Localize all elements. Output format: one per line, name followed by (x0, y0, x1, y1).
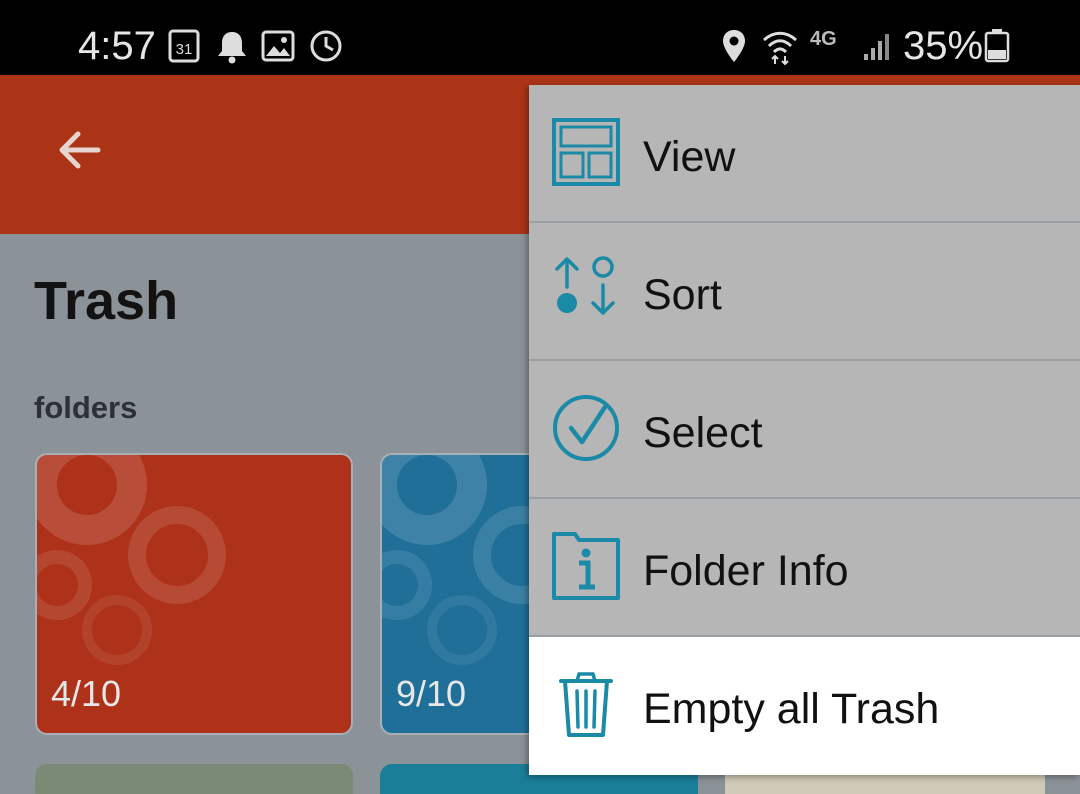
wifi-icon (762, 31, 798, 66)
menu-item-empty-all-trash[interactable]: Empty all Trash (529, 637, 1080, 775)
battery-icon (984, 29, 1010, 63)
network-type: 4G (810, 28, 837, 50)
menu-item-label: Folder Info (643, 547, 849, 595)
calendar-day: 31 (176, 41, 193, 58)
folder-count: 4/10 (51, 673, 122, 714)
folder-tile[interactable]: 4/10 (35, 453, 353, 735)
menu-item-select[interactable]: Select (529, 361, 1080, 499)
arrow-left-icon[interactable] (48, 118, 112, 182)
bell-icon (218, 32, 246, 64)
info-icon (552, 532, 620, 600)
section-label-folders: folders (34, 390, 138, 425)
calendar-icon: 31 (168, 29, 200, 63)
check-circle-icon (553, 395, 619, 461)
layout-icon (552, 118, 620, 186)
signal-icon (864, 34, 889, 60)
image-icon (261, 30, 295, 62)
menu-item-sort[interactable]: Sort (529, 223, 1080, 361)
menu-item-label: Select (643, 409, 763, 457)
status-time: 4:57 (78, 24, 156, 68)
location-icon (723, 30, 745, 62)
overflow-menu: View Sort Select Folder Info Empty all T… (529, 85, 1080, 775)
status-bar: 4:57 31 4G 35% (0, 0, 1080, 75)
trash-icon (559, 672, 613, 737)
page-title: Trash (34, 271, 179, 331)
folder-tile-partial[interactable] (35, 764, 353, 794)
folder-count: 9/10 (396, 673, 467, 714)
battery-percent: 35% (903, 24, 984, 68)
menu-item-label: View (643, 133, 736, 181)
sort-icon (555, 256, 615, 315)
clock-icon (310, 30, 342, 62)
menu-item-label: Empty all Trash (643, 685, 940, 733)
menu-item-label: Sort (643, 271, 722, 319)
menu-item-view[interactable]: View (529, 85, 1080, 223)
menu-item-folder-info[interactable]: Folder Info (529, 499, 1080, 637)
